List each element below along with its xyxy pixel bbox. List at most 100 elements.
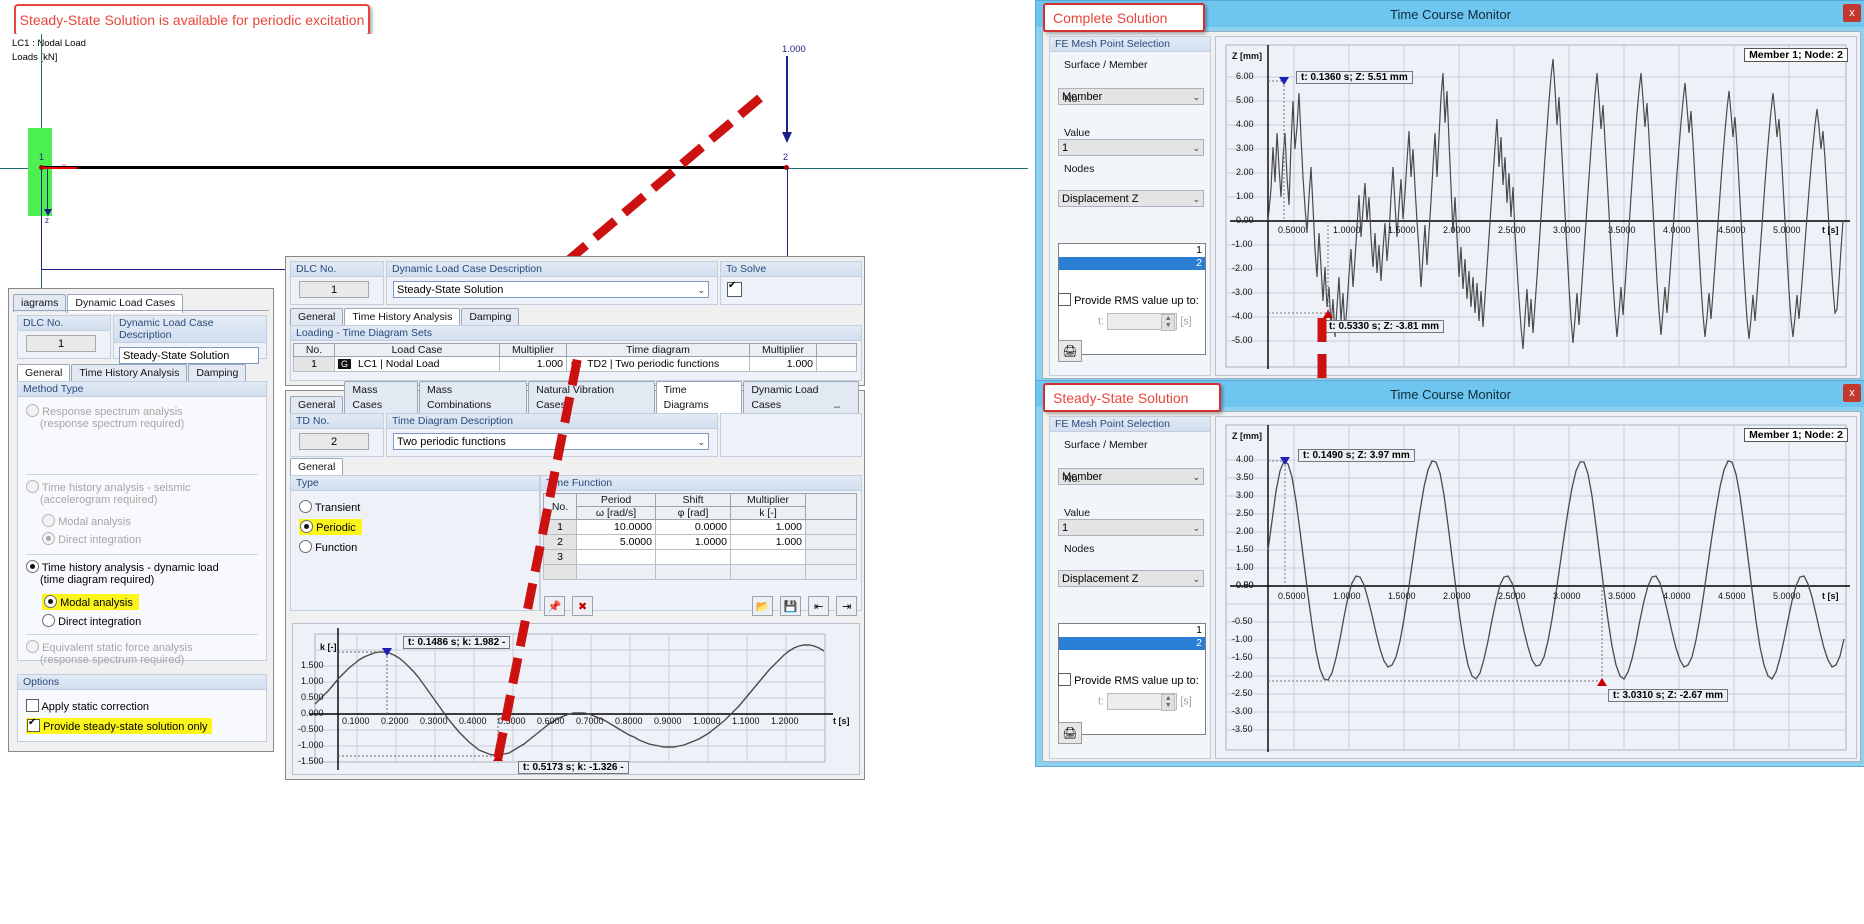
tf-row1-shift[interactable]: 0.0000 [655,519,731,535]
type-function-radio[interactable] [299,540,312,553]
option-steady-state-only[interactable]: Provide steady-state solution only [26,717,212,734]
steady-state-chart[interactable]: Member 1; Node: 2 Z [mm] 4.00 3.50 3.00 … [1215,416,1857,759]
td-tab-mass-cases[interactable]: Mass Cases [344,381,419,414]
td-tab-dynamic-load-cases[interactable]: Dynamic Load Cases [743,381,859,414]
method-seismic-radio[interactable] [26,480,39,493]
method-response-spectrum[interactable]: Response spectrum analysis (response spe… [26,404,184,430]
table-row[interactable]: 3 [543,549,857,565]
rms-checkbox[interactable] [1058,293,1071,306]
close-icon[interactable]: x [1843,4,1861,22]
td-tab-mass-combinations[interactable]: Mass Combinations [419,381,528,414]
seismic-direct-integration[interactable]: Direct integration [42,532,141,546]
seismic-modal-radio[interactable] [42,514,55,527]
print-button[interactable]: 🖨 [1058,722,1082,744]
tab-time-history-analysis[interactable]: Time History Analysis [71,364,188,382]
tf-row3-period[interactable] [576,549,656,565]
rms-option[interactable]: Provide RMS value up to: [1058,293,1199,307]
list-item[interactable]: 1 [1059,244,1205,257]
rms-checkbox[interactable] [1058,673,1071,686]
complete-solution-window[interactable]: Time Course Monitor x FE Mesh Point Sele… [1035,0,1864,384]
tf-row3-mult[interactable] [730,549,806,565]
td-tabstrip[interactable]: General Mass Cases Mass Combinations Nat… [290,381,860,415]
list-item[interactable]: 2 [1059,257,1205,270]
table-row[interactable]: 1 G LC1 | Nodal Load 1.000 ∿t TD2 | Two … [293,356,857,372]
value-combo[interactable]: Displacement Z ⌄ [1058,190,1204,207]
rms-option[interactable]: Provide RMS value up to: [1058,673,1199,687]
type-function[interactable]: Function [299,540,357,554]
rms-t-row[interactable]: t: ▲ ▼ [s] [1098,313,1192,331]
td-tab-time-diagrams[interactable]: Time Diagrams [655,381,743,415]
type-transient[interactable]: Transient [299,500,360,514]
open-icon[interactable]: 📂 [752,596,773,616]
apply-static-correction-checkbox[interactable] [26,699,39,712]
rms-t-input[interactable]: ▲ ▼ [1107,693,1178,711]
tha-description-combo[interactable]: Steady-State Solution ⌄ [393,281,709,298]
table-toolbar-right[interactable]: 📂 💾 ⇤ ⇥ [752,596,858,616]
method-response-spectrum-radio[interactable] [26,404,39,417]
tf-row3-shift[interactable] [655,549,731,565]
tf-row1-period[interactable]: 10.0000 [576,519,656,535]
type-periodic-radio[interactable] [300,520,313,533]
delete-icon[interactable]: ✖ [572,596,594,616]
row-multiplier-1[interactable]: 1.000 [499,356,567,372]
seismic-modal-analysis[interactable]: Modal analysis [42,514,131,528]
rms-t-row[interactable]: t: ▲ ▼ [s] [1098,693,1192,711]
row-load-case[interactable]: G LC1 | Nodal Load [334,356,500,372]
spinner-icon[interactable]: ▲ ▼ [1161,694,1176,711]
seismic-direct-radio[interactable] [42,532,55,545]
list-item[interactable]: 2 [1059,637,1205,650]
list-item[interactable]: 1 [1059,624,1205,637]
dlc-no-value[interactable]: 1 [26,335,96,352]
td-tab-general[interactable]: General [290,396,344,414]
dlc-description-value[interactable]: Steady-State Solution [119,347,259,364]
method-seismic[interactable]: Time history analysis - seismic (acceler… [26,480,191,506]
row-multiplier-2[interactable]: 1.000 [749,356,817,372]
pin-icon[interactable]: 📌 [544,596,565,616]
dlc-inner-tabstrip[interactable]: General Time History Analysis Damping [17,363,265,383]
table-toolbar-left[interactable]: 📌 ✖ [544,596,594,616]
method-equivalent-radio[interactable] [26,640,39,653]
member-no-combo[interactable]: 1 ⌄ [1058,139,1204,156]
minimize-icon[interactable]: – [834,401,840,413]
tf-row2-period[interactable]: 5.0000 [576,534,656,550]
tha-tab-damping[interactable]: Damping [461,308,520,326]
spinner-icon[interactable]: ▲ ▼ [1161,314,1176,331]
tha-tabstrip[interactable]: General Time History Analysis Damping [290,307,860,327]
method-equivalent-static[interactable]: Equivalent static force analysis (respon… [26,640,192,666]
method-dynamic-load[interactable]: Time history analysis - dynamic load (ti… [26,560,219,586]
steady-state-only-checkbox[interactable] [27,717,40,732]
to-solve-checkbox[interactable] [727,280,742,297]
row-time-diagram[interactable]: ∿t TD2 | Two periodic functions [566,356,750,372]
td-tab-natural-vibration-cases[interactable]: Natural Vibration Cases [528,381,655,414]
value-combo[interactable]: Displacement Z ⌄ [1058,570,1204,587]
print-button[interactable]: 🖨 [1058,340,1082,362]
type-transient-radio[interactable] [299,500,312,513]
tf-row2-shift[interactable]: 1.0000 [655,534,731,550]
rms-t-input[interactable]: ▲ ▼ [1107,313,1178,331]
beam-member[interactable] [41,166,787,169]
export-icon[interactable]: ⇥ [836,596,858,616]
steady-state-solution-window[interactable]: Time Course Monitor x FE Mesh Point Sele… [1035,380,1864,767]
close-icon[interactable]: x [1843,384,1861,402]
type-periodic[interactable]: Periodic [299,519,362,535]
dynamic-modal-analysis[interactable]: Modal analysis [42,594,139,610]
tab-damping[interactable]: Damping [188,364,247,382]
td-no-value[interactable]: 2 [299,433,369,450]
tha-tab-general[interactable]: General [290,308,344,326]
time-history-analysis-dialog[interactable]: DLC No. 1 Dynamic Load Case Description … [285,256,865,386]
outer-tabstrip[interactable]: iagrams Dynamic Load Cases [13,293,269,313]
complete-solution-chart[interactable]: Member 1; Node: 2 Z [mm] 6.00 5.00 4.00 … [1215,36,1857,376]
dynamic-direct-radio[interactable] [42,614,55,627]
table-row[interactable]: 1 10.0000 0.0000 1.000 [543,519,857,535]
member-no-combo[interactable]: 1 ⌄ [1058,519,1204,536]
dynamic-load-cases-dialog[interactable]: iagrams Dynamic Load Cases DLC No. 1 Dyn… [8,288,274,752]
time-diagrams-dialog[interactable]: General Mass Cases Mass Combinations Nat… [285,381,865,780]
method-dynamic-load-radio[interactable] [26,560,39,573]
save-icon[interactable]: 💾 [780,596,802,616]
option-apply-static-correction[interactable]: Apply static correction [26,699,149,713]
tf-row2-mult[interactable]: 1.000 [730,534,806,550]
time-function-chart[interactable]: k [-] 1.500 1.000 0.500 0.000 -0.500 -1.… [292,623,860,775]
dynamic-modal-radio[interactable] [44,595,57,608]
tha-dlc-no-value[interactable]: 1 [299,281,369,298]
tf-row1-mult[interactable]: 1.000 [730,519,806,535]
